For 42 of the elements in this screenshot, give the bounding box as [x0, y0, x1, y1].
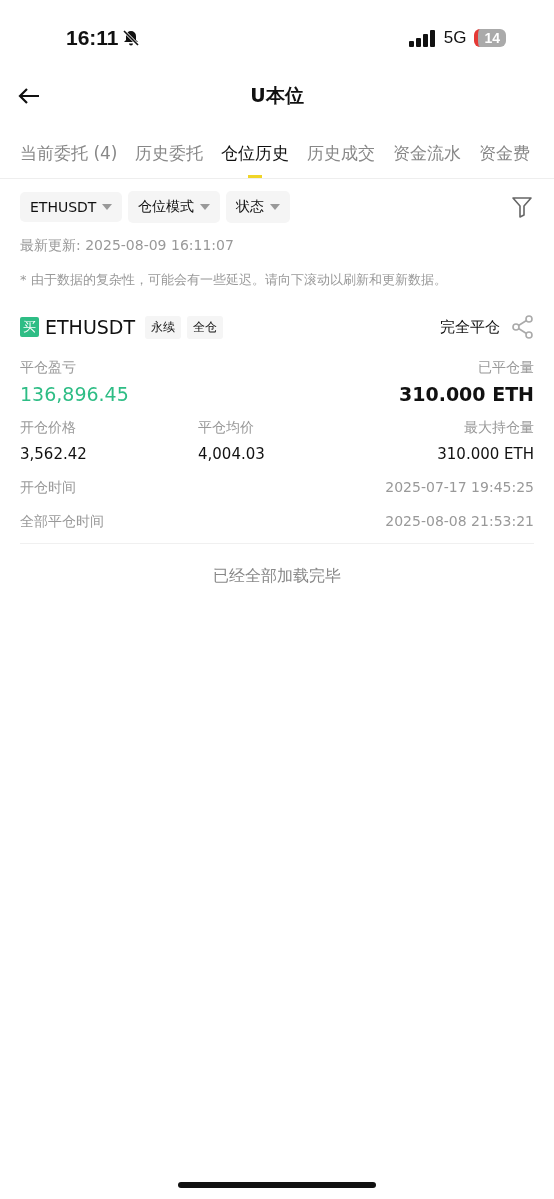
tag: 永续 — [145, 315, 182, 339]
field-label: 开仓时间 — [20, 479, 76, 497]
caret-icon — [102, 204, 113, 210]
symbol-name: ETHUSDT — [45, 316, 136, 338]
bell-muted-icon — [121, 29, 140, 47]
status-time: 16:11 — [66, 26, 119, 50]
field-value: 310.000 ETH — [436, 445, 534, 463]
filter-dropdown[interactable]: 状态 — [226, 191, 291, 223]
buy-badge: 买 — [20, 317, 39, 337]
tab[interactable]: 资金流水 — [393, 138, 462, 178]
signal-icon — [408, 29, 436, 47]
field-label: 已平仓量 — [477, 359, 534, 377]
field-label: 全部平仓时间 — [20, 513, 104, 531]
time-value: 2025-07-17 19:45:25 — [385, 479, 534, 497]
field-value: 3,562.42 — [20, 445, 88, 463]
last-update-text: 最新更新: 2025-08-09 16:11:07 — [19, 237, 235, 255]
pnl-value: 136,896.45 — [20, 383, 129, 405]
closed-amount: 310.000 ETH — [399, 383, 534, 405]
tab[interactable]: 资金费 — [479, 138, 531, 178]
tag: 全仓 — [187, 315, 224, 339]
tab[interactable]: 历史成交 — [307, 138, 376, 178]
loaded-all-text: 已经全部加载完毕 — [212, 566, 342, 587]
position-status: 完全平仓 — [440, 317, 500, 337]
field-label: 平仓盈亏 — [20, 359, 77, 377]
back-arrow-icon[interactable] — [18, 87, 40, 105]
tab[interactable]: 仓位历史 — [221, 138, 290, 178]
field-value: 4,004.03 — [198, 445, 266, 463]
page-title: U本位 — [250, 83, 304, 108]
filter-dropdown[interactable]: ETHUSDT — [20, 192, 123, 222]
network-label: 5G — [443, 28, 467, 48]
field-label: 最大持仓量 — [463, 419, 534, 437]
notice-text: * 由于数据的复杂性，可能会有一些延迟。请向下滚动以刷新和更新数据。 — [19, 271, 448, 289]
tab[interactable]: 当前委托 (4) — [20, 138, 118, 178]
caret-icon — [270, 204, 281, 210]
time-value: 2025-08-08 21:53:21 — [385, 513, 534, 531]
field-label: 开仓价格 — [20, 419, 77, 437]
field-label: 平仓均价 — [198, 419, 255, 437]
filter-dropdown[interactable]: 仓位模式 — [128, 191, 221, 223]
tab[interactable]: 历史委托 — [135, 138, 204, 178]
filter-icon[interactable] — [512, 196, 532, 218]
caret-icon — [200, 204, 211, 210]
battery-indicator: 14 — [474, 29, 506, 47]
